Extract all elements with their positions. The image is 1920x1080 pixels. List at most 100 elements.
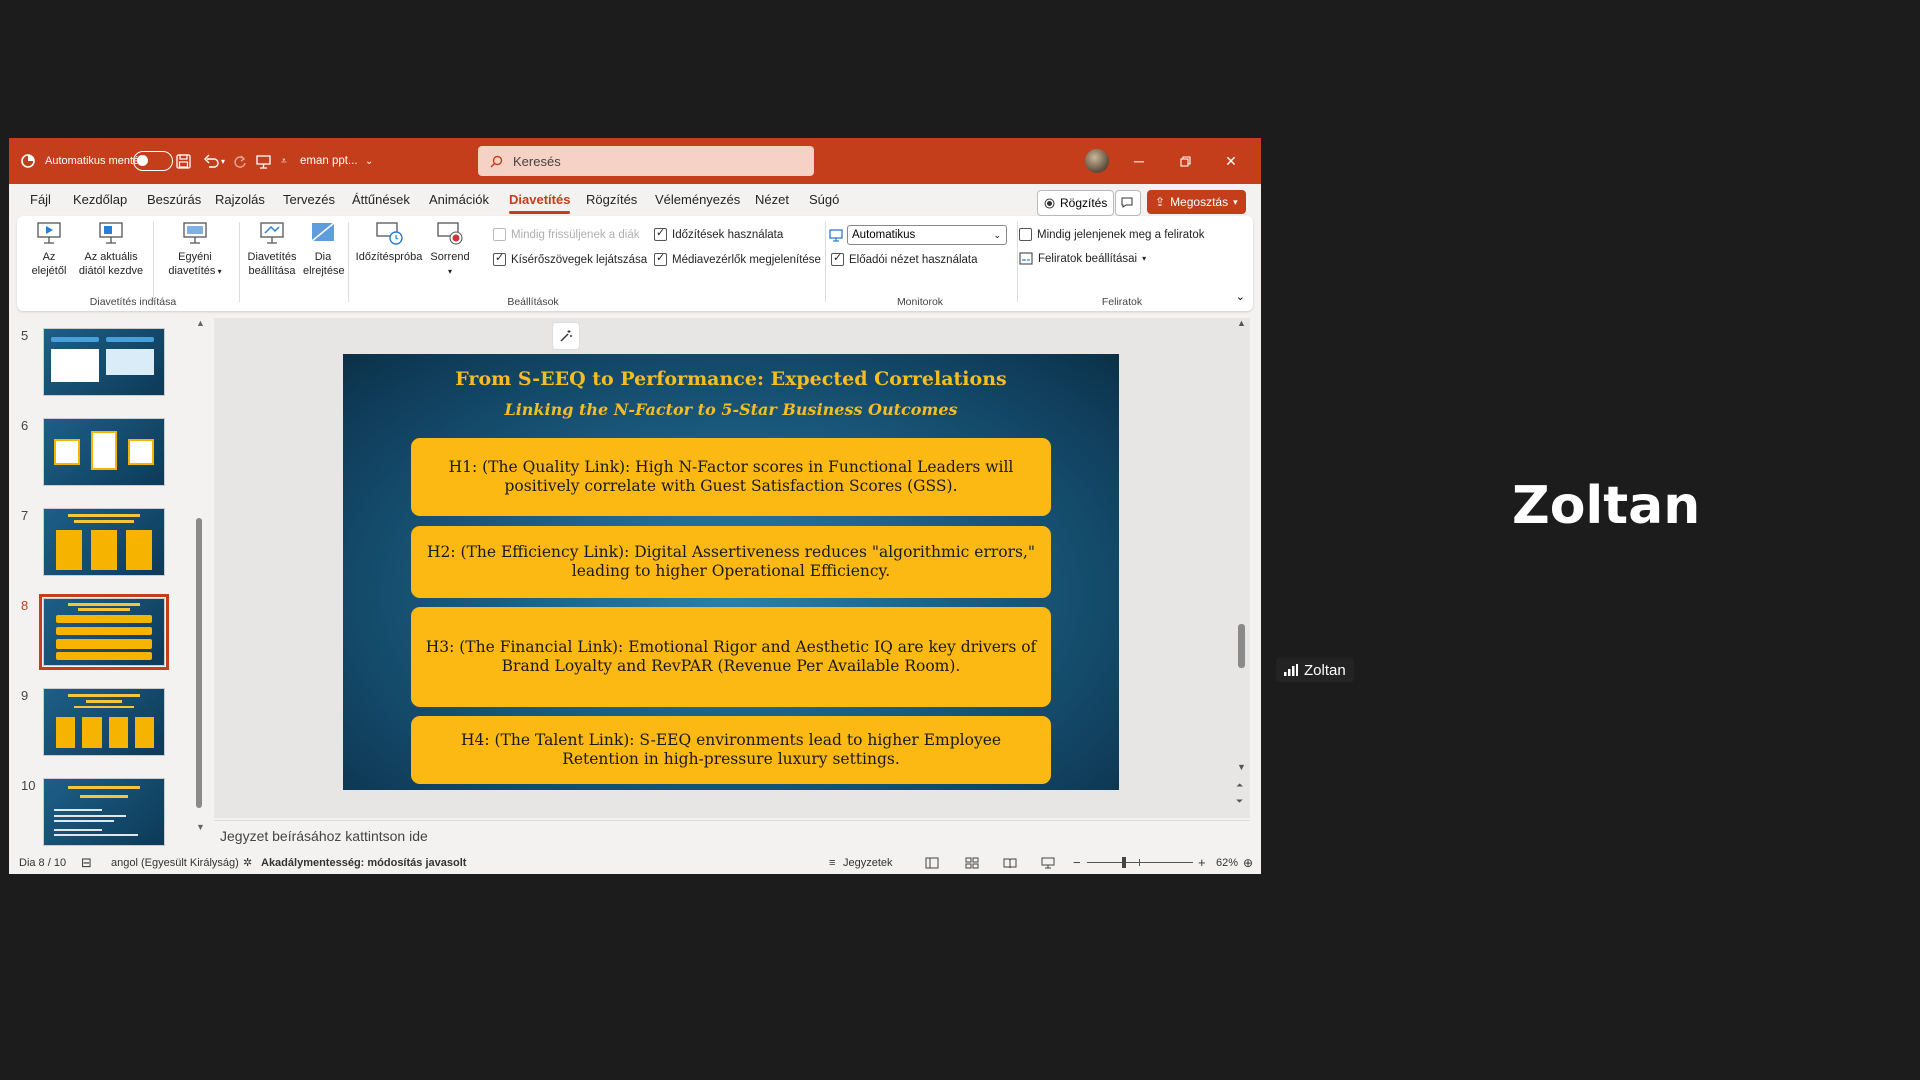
setup-label-2: beállítása [248, 265, 296, 277]
custom-slideshow-button[interactable]: Egyéni diavetítés ▾ [157, 220, 233, 279]
slide-thumbnail-10[interactable] [43, 778, 165, 846]
slide-thumbnail-7[interactable] [43, 508, 165, 576]
slide-thumbnail-9[interactable] [43, 688, 165, 756]
scroll-thumb[interactable] [196, 518, 202, 808]
redo-icon[interactable] [233, 138, 247, 184]
hypothesis-box-h2: H2: (The Efficiency Link): Digital Asser… [411, 526, 1051, 598]
file-name[interactable]: eman ppt... [300, 138, 358, 184]
thumbnail-scrollbar[interactable]: ▲ ▼ [193, 318, 205, 832]
share-button[interactable]: ⇪ Megosztás ▾ [1147, 190, 1246, 214]
reading-view-icon[interactable] [1003, 852, 1017, 874]
participant-name-large: Zoltan [1512, 476, 1701, 536]
play-narrations-checkbox[interactable]: Kísérőszövegek lejátszása [493, 251, 647, 266]
checkbox-box-checked [654, 226, 667, 241]
use-timings-label: Időzítések használata [672, 228, 784, 241]
always-captions-checkbox[interactable]: Mindig jelenjenek meg a feliratok [1019, 228, 1204, 241]
hide-slide-button[interactable]: Dia elrejtése [303, 220, 345, 278]
slide-thumbnail-5[interactable] [43, 328, 165, 396]
tab-slideshow[interactable]: Diavetítés [509, 184, 571, 216]
zoom-in-icon[interactable]: + [1198, 852, 1206, 874]
notes-pane[interactable]: Jegyzet beírásához kattintson ide [214, 820, 1250, 850]
undo-icon[interactable] [203, 138, 219, 184]
share-label: Megosztás [1170, 195, 1229, 209]
save-icon[interactable] [176, 138, 191, 184]
tab-insert[interactable]: Beszúrás [147, 184, 201, 216]
rehearse-timings-button[interactable]: Időzítéspróba [351, 220, 427, 264]
slideshow-view-icon[interactable] [1041, 852, 1055, 874]
record-button[interactable]: Rögzítés [1037, 190, 1115, 216]
user-avatar[interactable] [1085, 149, 1109, 173]
language-indicator[interactable]: angol (Egyesült Királyság) [111, 852, 239, 874]
tab-help[interactable]: Súgó [809, 184, 839, 216]
tab-view[interactable]: Nézet [755, 184, 789, 216]
search-box[interactable]: Keresés [478, 146, 814, 176]
hide-label-2: elrejtése [303, 265, 345, 277]
comments-button[interactable] [1115, 190, 1141, 216]
tab-review[interactable]: Véleményezés [655, 184, 740, 216]
designer-wand-icon[interactable] [552, 322, 580, 350]
caption-settings-button[interactable]: Feliratok beállításai ▾ [1019, 252, 1146, 265]
accessibility-status[interactable]: Akadálymentesség: módosítás javasolt [261, 852, 466, 874]
scroll-thumb[interactable] [1238, 624, 1245, 668]
from-current-button[interactable]: Az aktuális diától kezdve [73, 220, 149, 278]
powerpoint-logo-icon [21, 138, 35, 184]
show-media-controls-checkbox[interactable]: Médiavezérlők megjelenítése [654, 251, 821, 266]
slide-thumbnail-6[interactable] [43, 418, 165, 486]
use-timings-checkbox[interactable]: Időzítések használata [654, 226, 784, 241]
next-slide-icon[interactable]: ⏷ [1236, 796, 1243, 807]
zoom-slider[interactable] [1087, 852, 1193, 874]
restore-icon[interactable] [1162, 138, 1208, 184]
hypothesis-text: H2: (The Efficiency Link): Digital Asser… [426, 543, 1036, 580]
scroll-down-icon[interactable]: ▼ [196, 822, 205, 832]
canvas-vertical-scrollbar[interactable]: ▲ ▼ ⏶ ⏷ [1236, 318, 1248, 818]
notes-toggle-icon[interactable]: ≡ [829, 852, 835, 874]
zoom-out-icon[interactable]: − [1073, 852, 1081, 874]
share-chevron-down-icon: ▾ [1233, 196, 1238, 207]
presenter-view-checkbox[interactable]: Előadói nézet használata [831, 251, 978, 266]
previous-slide-icon[interactable]: ⏶ [1236, 780, 1243, 791]
tab-design[interactable]: Tervezés [283, 184, 335, 216]
tab-draw[interactable]: Rajzolás [215, 184, 265, 216]
record-slideshow-button[interactable]: Sorrend ▾ [427, 220, 473, 279]
scroll-down-icon[interactable]: ▼ [1237, 762, 1246, 772]
scroll-up-icon[interactable]: ▲ [1237, 318, 1246, 328]
tab-record[interactable]: Rögzítés [586, 184, 637, 216]
zoom-level[interactable]: 62% [1216, 852, 1238, 874]
slide-number: 7 [21, 508, 29, 523]
presenter-view-label: Előadói nézet használata [849, 253, 978, 266]
accessibility-icon[interactable]: ✲ [243, 852, 252, 874]
record-slideshow-label: Sorrend [430, 251, 470, 263]
slide-number-active: 8 [21, 598, 29, 613]
current-slide[interactable]: From S-EEQ to Performance: Expected Corr… [343, 354, 1119, 790]
file-name-chevron-down-icon[interactable]: ⌄ [365, 138, 373, 184]
monitor-select[interactable]: Automatikus ⌄ [847, 225, 1007, 245]
fit-slide-icon[interactable]: ⊕ [1243, 852, 1253, 874]
slide-sorter-icon[interactable] [965, 852, 979, 874]
autosave-toggle[interactable] [125, 138, 173, 184]
present-from-start-icon[interactable] [256, 138, 271, 184]
close-icon[interactable]: ✕ [1208, 138, 1254, 184]
share-icon: ⇪ [1155, 195, 1166, 209]
always-captions-label: Mindig jelenjenek meg a feliratok [1037, 228, 1205, 241]
tab-transitions[interactable]: Áttűnések [352, 184, 410, 216]
tab-home[interactable]: Kezdőlap [73, 184, 127, 216]
from-beginning-button[interactable]: Az elejétől [27, 220, 71, 278]
zoom-slider-thumb[interactable] [1122, 857, 1126, 868]
scroll-up-icon[interactable]: ▲ [196, 318, 205, 328]
setup-slideshow-button[interactable]: Diavetítés beállítása [243, 220, 301, 278]
minimize-icon[interactable]: ─ [1116, 138, 1162, 184]
from-current-label-1: Az aktuális [84, 251, 138, 263]
signal-strength-icon [1284, 664, 1298, 676]
normal-view-icon[interactable] [925, 852, 939, 874]
from-beginning-label-2: elejétől [31, 265, 67, 277]
always-refresh-checkbox[interactable]: Mindig frissüljenek a diák [493, 228, 639, 241]
tab-animations[interactable]: Animációk [429, 184, 489, 216]
tab-file[interactable]: Fájl [30, 184, 51, 216]
undo-dropdown-icon[interactable]: ▾ [221, 138, 225, 184]
notes-toggle-button[interactable]: Jegyzetek [843, 852, 893, 874]
collapse-ribbon-chevron-icon[interactable]: ⌄ [1236, 290, 1245, 303]
spelling-check-icon[interactable]: ⊟ [81, 852, 92, 874]
customize-toolbar-icon[interactable]: ⩡ [281, 138, 287, 184]
slide-thumbnail-8[interactable] [39, 594, 169, 670]
monitor-icon [829, 229, 843, 247]
